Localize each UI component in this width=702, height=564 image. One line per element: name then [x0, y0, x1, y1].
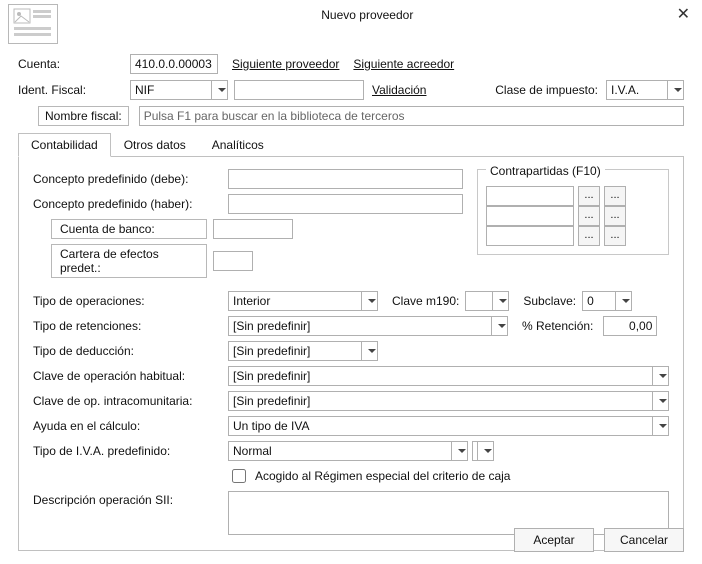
chevron-down-icon[interactable] [477, 441, 494, 461]
contrapartidas-title: Contrapartidas (F10) [486, 164, 605, 178]
chevron-down-icon[interactable] [652, 391, 669, 411]
chevron-down-icon[interactable] [615, 291, 632, 311]
cuenta-input[interactable] [130, 54, 218, 74]
tab-pane-contabilidad: Concepto predefinido (debe): Concepto pr… [18, 157, 684, 551]
pct-retencion-label: % Retención: [522, 319, 593, 333]
close-button[interactable]: ✕ [673, 4, 694, 24]
tipo-operaciones-label: Tipo de operaciones: [33, 294, 228, 308]
descripcion-sii-label: Descripción operación SII: [33, 491, 228, 507]
chevron-down-icon[interactable] [652, 416, 669, 436]
tipo-deduccion-select[interactable] [228, 341, 378, 361]
cuenta-banco-input[interactable] [213, 219, 293, 239]
chevron-down-icon[interactable] [211, 80, 228, 100]
cartera-efectos-input[interactable] [213, 251, 253, 271]
accept-button[interactable]: Aceptar [514, 528, 594, 552]
concepto-debe-label: Concepto predefinido (debe): [33, 172, 228, 186]
nombre-fiscal-input[interactable] [139, 106, 684, 126]
chevron-down-icon[interactable] [491, 316, 508, 336]
clave-op-habitual-label: Clave de operación habitual: [33, 369, 228, 383]
chevron-down-icon[interactable] [492, 291, 509, 311]
contrapartida-3-browse-button[interactable]: ... [578, 226, 600, 246]
contrapartidas-group: Contrapartidas (F10) ... ... ... ... ... [477, 169, 669, 255]
contrapartida-3-extra-button[interactable]: ... [604, 226, 626, 246]
siguiente-proveedor-link[interactable]: Siguiente proveedor [232, 57, 339, 71]
concepto-haber-label: Concepto predefinido (haber): [33, 197, 228, 211]
tipo-iva-predef-label: Tipo de I.V.A. predefinido: [33, 444, 228, 458]
cuenta-label: Cuenta: [18, 57, 130, 71]
tab-analiticos[interactable]: Analíticos [199, 133, 277, 157]
chevron-down-icon[interactable] [652, 366, 669, 386]
window-title: Nuevo proveedor [62, 4, 673, 22]
tab-contabilidad[interactable]: Contabilidad [18, 133, 111, 157]
chevron-down-icon[interactable] [361, 341, 378, 361]
subclave-label: Subclave: [523, 294, 576, 308]
window-icon [8, 4, 58, 44]
cartera-efectos-button[interactable]: Cartera de efectos predet.: [51, 244, 207, 278]
criterio-caja-checkbox[interactable] [232, 469, 246, 483]
clase-impuesto-label: Clase de impuesto: [495, 83, 598, 97]
concepto-haber-input[interactable] [228, 194, 463, 214]
tipo-operaciones-select[interactable] [228, 291, 378, 311]
tabs-bar: Contabilidad Otros datos Analíticos [18, 132, 684, 157]
ident-fiscal-value-input[interactable] [234, 80, 364, 100]
chevron-down-icon[interactable] [667, 80, 684, 100]
ident-fiscal-label: Ident. Fiscal: [18, 83, 130, 97]
clave-op-intracom-label: Clave de op. intracomunitaria: [33, 394, 228, 408]
chevron-down-icon[interactable] [451, 441, 468, 461]
contrapartida-1-extra-button[interactable]: ... [604, 186, 626, 206]
criterio-caja-text: Acogido al Régimen especial del criterio… [255, 469, 510, 483]
tab-otros-datos[interactable]: Otros datos [111, 133, 199, 157]
tipo-deduccion-label: Tipo de deducción: [33, 344, 228, 358]
concepto-debe-input[interactable] [228, 169, 463, 189]
validacion-link[interactable]: Validación [372, 83, 426, 97]
tipo-retenciones-label: Tipo de retenciones: [33, 319, 228, 333]
cuenta-banco-button[interactable]: Cuenta de banco: [51, 219, 207, 239]
nombre-fiscal-button[interactable]: Nombre fiscal: [38, 106, 129, 126]
clave-op-habitual-select[interactable] [228, 366, 669, 386]
contrapartida-2-extra-button[interactable]: ... [604, 206, 626, 226]
cancel-button[interactable]: Cancelar [604, 528, 684, 552]
chevron-down-icon[interactable] [361, 291, 378, 311]
contrapartida-1-input[interactable] [486, 186, 574, 206]
contrapartida-2-browse-button[interactable]: ... [578, 206, 600, 226]
placeholder-image-icon [13, 8, 53, 40]
pct-retencion-input[interactable] [603, 316, 657, 336]
contrapartida-3-input[interactable] [486, 226, 574, 246]
siguiente-acreedor-link[interactable]: Siguiente acreedor [353, 57, 454, 71]
contrapartida-2-input[interactable] [486, 206, 574, 226]
contrapartida-1-browse-button[interactable]: ... [578, 186, 600, 206]
ayuda-calculo-select[interactable] [228, 416, 669, 436]
tipo-iva-predef-select[interactable] [228, 441, 468, 461]
criterio-caja-checkbox-label[interactable]: Acogido al Régimen especial del criterio… [228, 466, 510, 486]
clave-m190-label: Clave m190: [392, 294, 459, 308]
clave-op-intracom-select[interactable] [228, 391, 669, 411]
ayuda-calculo-label: Ayuda en el cálculo: [33, 419, 228, 433]
tipo-retenciones-select[interactable] [228, 316, 508, 336]
